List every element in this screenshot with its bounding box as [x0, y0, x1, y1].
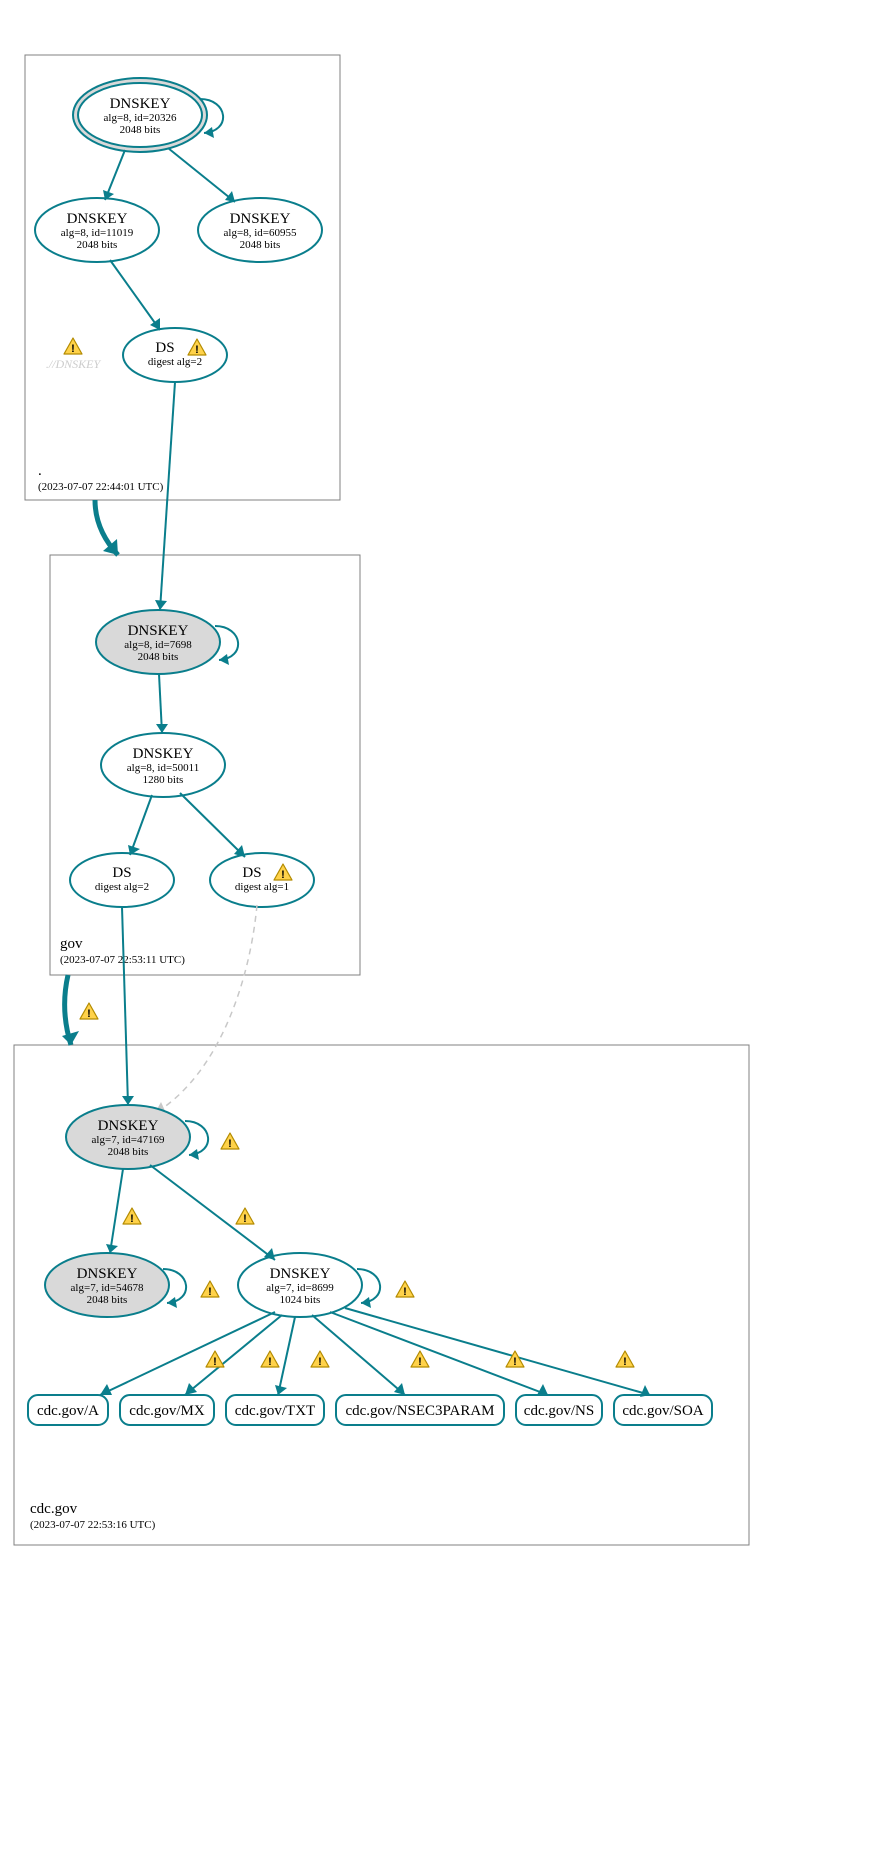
svg-text:alg=8, id=60955: alg=8, id=60955	[224, 227, 297, 239]
warning-icon	[616, 1351, 634, 1368]
warning-icon	[506, 1351, 524, 1368]
svg-text:DNSKEY: DNSKEY	[67, 211, 128, 227]
warning-icon	[80, 1003, 98, 1020]
svg-text:DNSKEY: DNSKEY	[230, 211, 291, 227]
warning-icon	[311, 1351, 329, 1368]
warning-icon	[396, 1281, 414, 1298]
zone-gov-name: gov	[60, 936, 83, 952]
svg-text:DNSKEY: DNSKEY	[133, 746, 194, 762]
svg-text:2048 bits: 2048 bits	[120, 124, 161, 136]
warning-icon	[236, 1208, 254, 1225]
svg-text:2048 bits: 2048 bits	[138, 651, 179, 663]
node-rr-a[interactable]: cdc.gov/A	[28, 1395, 108, 1425]
warning-icon	[261, 1351, 279, 1368]
svg-text:alg=7, id=8699: alg=7, id=8699	[266, 1282, 334, 1294]
node-root-dnskey-60955[interactable]: DNSKEY alg=8, id=60955 2048 bits	[198, 198, 322, 262]
svg-text:cdc.gov/NSEC3PARAM: cdc.gov/NSEC3PARAM	[345, 1403, 494, 1419]
svg-text:alg=8, id=11019: alg=8, id=11019	[61, 227, 134, 239]
node-root-ghost-dnskey: .//DNSKEY	[46, 338, 102, 371]
svg-text:DS: DS	[155, 340, 174, 356]
svg-text:2048 bits: 2048 bits	[87, 1294, 128, 1306]
node-cdc-dnskey-ksk[interactable]: DNSKEY alg=7, id=47169 2048 bits	[66, 1105, 190, 1169]
svg-text:cdc.gov/NS: cdc.gov/NS	[524, 1403, 594, 1419]
svg-text:DS: DS	[242, 865, 261, 881]
warning-icon	[206, 1351, 224, 1368]
warning-icon	[123, 1208, 141, 1225]
warning-icon	[221, 1133, 239, 1150]
svg-text:2048 bits: 2048 bits	[240, 239, 281, 251]
svg-text:2048 bits: 2048 bits	[77, 239, 118, 251]
node-cdc-dnskey-8699[interactable]: DNSKEY alg=7, id=8699 1024 bits	[238, 1253, 362, 1317]
svg-text:DNSKEY: DNSKEY	[98, 1118, 159, 1134]
node-gov-ds-1[interactable]: DS digest alg=2	[70, 853, 174, 907]
svg-text:alg=8, id=7698: alg=8, id=7698	[124, 639, 192, 651]
node-rr-soa[interactable]: cdc.gov/SOA	[614, 1395, 712, 1425]
zone-cdcgov-name: cdc.gov	[30, 1501, 78, 1517]
zone-root-timestamp: (2023-07-07 22:44:01 UTC)	[38, 481, 164, 493]
zone-root-name: .	[38, 463, 42, 479]
svg-text:DNSKEY: DNSKEY	[77, 1266, 138, 1282]
svg-text:.//DNSKEY: .//DNSKEY	[46, 357, 102, 371]
svg-text:cdc.gov/SOA: cdc.gov/SOA	[622, 1403, 703, 1419]
svg-text:cdc.gov/A: cdc.gov/A	[37, 1403, 99, 1419]
zone-cdcgov-timestamp: (2023-07-07 22:53:16 UTC)	[30, 1519, 156, 1531]
svg-text:2048 bits: 2048 bits	[108, 1146, 149, 1158]
svg-text:alg=7, id=54678: alg=7, id=54678	[71, 1282, 144, 1294]
svg-text:DNSKEY: DNSKEY	[270, 1266, 331, 1282]
svg-text:cdc.gov/MX: cdc.gov/MX	[129, 1403, 205, 1419]
node-root-dnskey-ksk[interactable]: DNSKEY alg=8, id=20326 2048 bits	[73, 78, 207, 152]
svg-text:1280 bits: 1280 bits	[143, 774, 184, 786]
svg-text:digest alg=2: digest alg=2	[95, 881, 149, 893]
node-rr-nsec3param[interactable]: cdc.gov/NSEC3PARAM	[336, 1395, 504, 1425]
svg-text:alg=7, id=47169: alg=7, id=47169	[92, 1134, 165, 1146]
node-gov-dnskey-zsk[interactable]: DNSKEY alg=8, id=50011 1280 bits	[101, 733, 225, 797]
svg-text:digest alg=2: digest alg=2	[148, 356, 202, 368]
warning-icon	[64, 338, 82, 355]
svg-text:1024 bits: 1024 bits	[280, 1294, 321, 1306]
node-rr-txt[interactable]: cdc.gov/TXT	[226, 1395, 324, 1425]
node-gov-dnskey-ksk[interactable]: DNSKEY alg=8, id=7698 2048 bits	[96, 610, 220, 674]
node-rr-ns[interactable]: cdc.gov/NS	[516, 1395, 602, 1425]
svg-text:alg=8, id=20326: alg=8, id=20326	[104, 112, 177, 124]
svg-text:alg=8, id=50011: alg=8, id=50011	[127, 762, 200, 774]
warning-icon	[411, 1351, 429, 1368]
svg-text:DS: DS	[112, 865, 131, 881]
svg-text:cdc.gov/TXT: cdc.gov/TXT	[235, 1403, 315, 1419]
node-gov-ds-2[interactable]: DS digest alg=1	[210, 853, 314, 907]
node-cdc-dnskey-54678[interactable]: DNSKEY alg=7, id=54678 2048 bits	[45, 1253, 169, 1317]
svg-text:DNSKEY: DNSKEY	[110, 96, 171, 112]
node-rr-mx[interactable]: cdc.gov/MX	[120, 1395, 214, 1425]
node-root-dnskey-11019[interactable]: DNSKEY alg=8, id=11019 2048 bits	[35, 198, 159, 262]
node-root-ds[interactable]: DS digest alg=2	[123, 328, 227, 382]
warning-icon	[201, 1281, 219, 1298]
svg-text:DNSKEY: DNSKEY	[128, 623, 189, 639]
svg-text:digest alg=1: digest alg=1	[235, 881, 289, 893]
